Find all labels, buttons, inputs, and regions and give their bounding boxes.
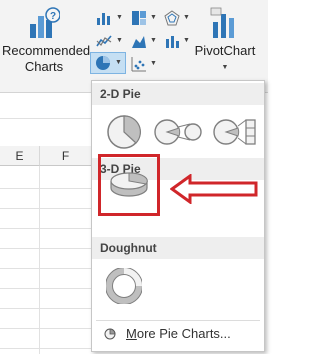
red-arrow <box>170 174 258 204</box>
section-header-doughnut: Doughnut <box>92 237 264 259</box>
gridline <box>0 248 91 249</box>
scatter-chart-icon[interactable] <box>131 56 147 72</box>
gridline <box>0 288 91 289</box>
gridline <box>0 188 91 189</box>
statistic-chart-icon[interactable] <box>131 33 147 49</box>
pivot-chart-button[interactable]: PivotChart ▼ <box>192 6 258 76</box>
line-chart-icon[interactable] <box>96 33 112 49</box>
column-chart-icon[interactable] <box>96 10 112 26</box>
column-header-f-label: F <box>61 149 70 163</box>
gridline <box>0 208 91 209</box>
gridline <box>0 308 91 309</box>
chevron-down-icon: ▼ <box>115 59 122 66</box>
column-header-e-label: E <box>15 149 24 163</box>
hierarchy-chart-icon[interactable] <box>131 10 147 26</box>
gridline <box>39 166 40 354</box>
chevron-down-icon[interactable]: ▼ <box>150 60 157 67</box>
chevron-down-icon[interactable]: ▼ <box>183 37 190 44</box>
recommended-charts-label-1: Recommended <box>2 43 91 58</box>
gridline <box>0 328 91 329</box>
gridline <box>0 228 91 229</box>
chevron-down-icon[interactable]: ▼ <box>150 14 157 21</box>
more-pie-charts-text: ore Pie Charts... <box>136 326 231 341</box>
section-header-2d-pie: 2-D Pie <box>92 83 264 105</box>
pie-3d-icon[interactable] <box>108 167 150 201</box>
more-pie-charts-mnemonic: M <box>126 326 137 341</box>
chevron-down-icon[interactable]: ▼ <box>116 14 123 21</box>
chevron-down-icon[interactable]: ▼ <box>183 14 190 21</box>
chevron-down-icon[interactable]: ▼ <box>150 37 157 44</box>
pivot-chart-icon <box>210 7 234 38</box>
svg-text:?: ? <box>50 11 56 22</box>
bar-of-pie-icon[interactable] <box>212 114 258 150</box>
pivot-chart-label: PivotChart <box>194 43 256 58</box>
combo-chart-icon[interactable] <box>164 33 180 49</box>
pie-chart-small-icon <box>96 56 110 70</box>
pie-2d-icon[interactable] <box>106 114 142 150</box>
gridline <box>0 268 91 269</box>
more-pie-charts-label: More Pie Charts... <box>126 321 231 347</box>
pie-chart-dropdown: 2-D Pie 3-D Pie Doughnut More Pie Charts… <box>91 80 265 352</box>
pie-chart-small-icon <box>104 328 116 340</box>
gridline <box>0 348 91 349</box>
recommended-charts-button[interactable]: ? Recommended Charts <box>2 6 90 75</box>
chevron-down-icon[interactable]: ▼ <box>116 37 123 44</box>
doughnut-icon[interactable] <box>106 268 142 304</box>
pie-of-pie-icon[interactable] <box>154 114 202 150</box>
column-header-f[interactable]: F <box>40 146 92 166</box>
column-header-e[interactable]: E <box>0 146 40 166</box>
recommended-charts-icon: ? <box>30 7 60 38</box>
gridline <box>0 118 91 119</box>
pie-chart-button[interactable]: ▼ <box>90 52 126 74</box>
recommended-charts-label-2: Charts <box>24 59 64 74</box>
radar-chart-icon[interactable] <box>164 10 180 26</box>
chevron-down-icon[interactable]: ▼ <box>192 60 258 76</box>
more-pie-charts-link[interactable]: More Pie Charts... <box>96 321 260 347</box>
